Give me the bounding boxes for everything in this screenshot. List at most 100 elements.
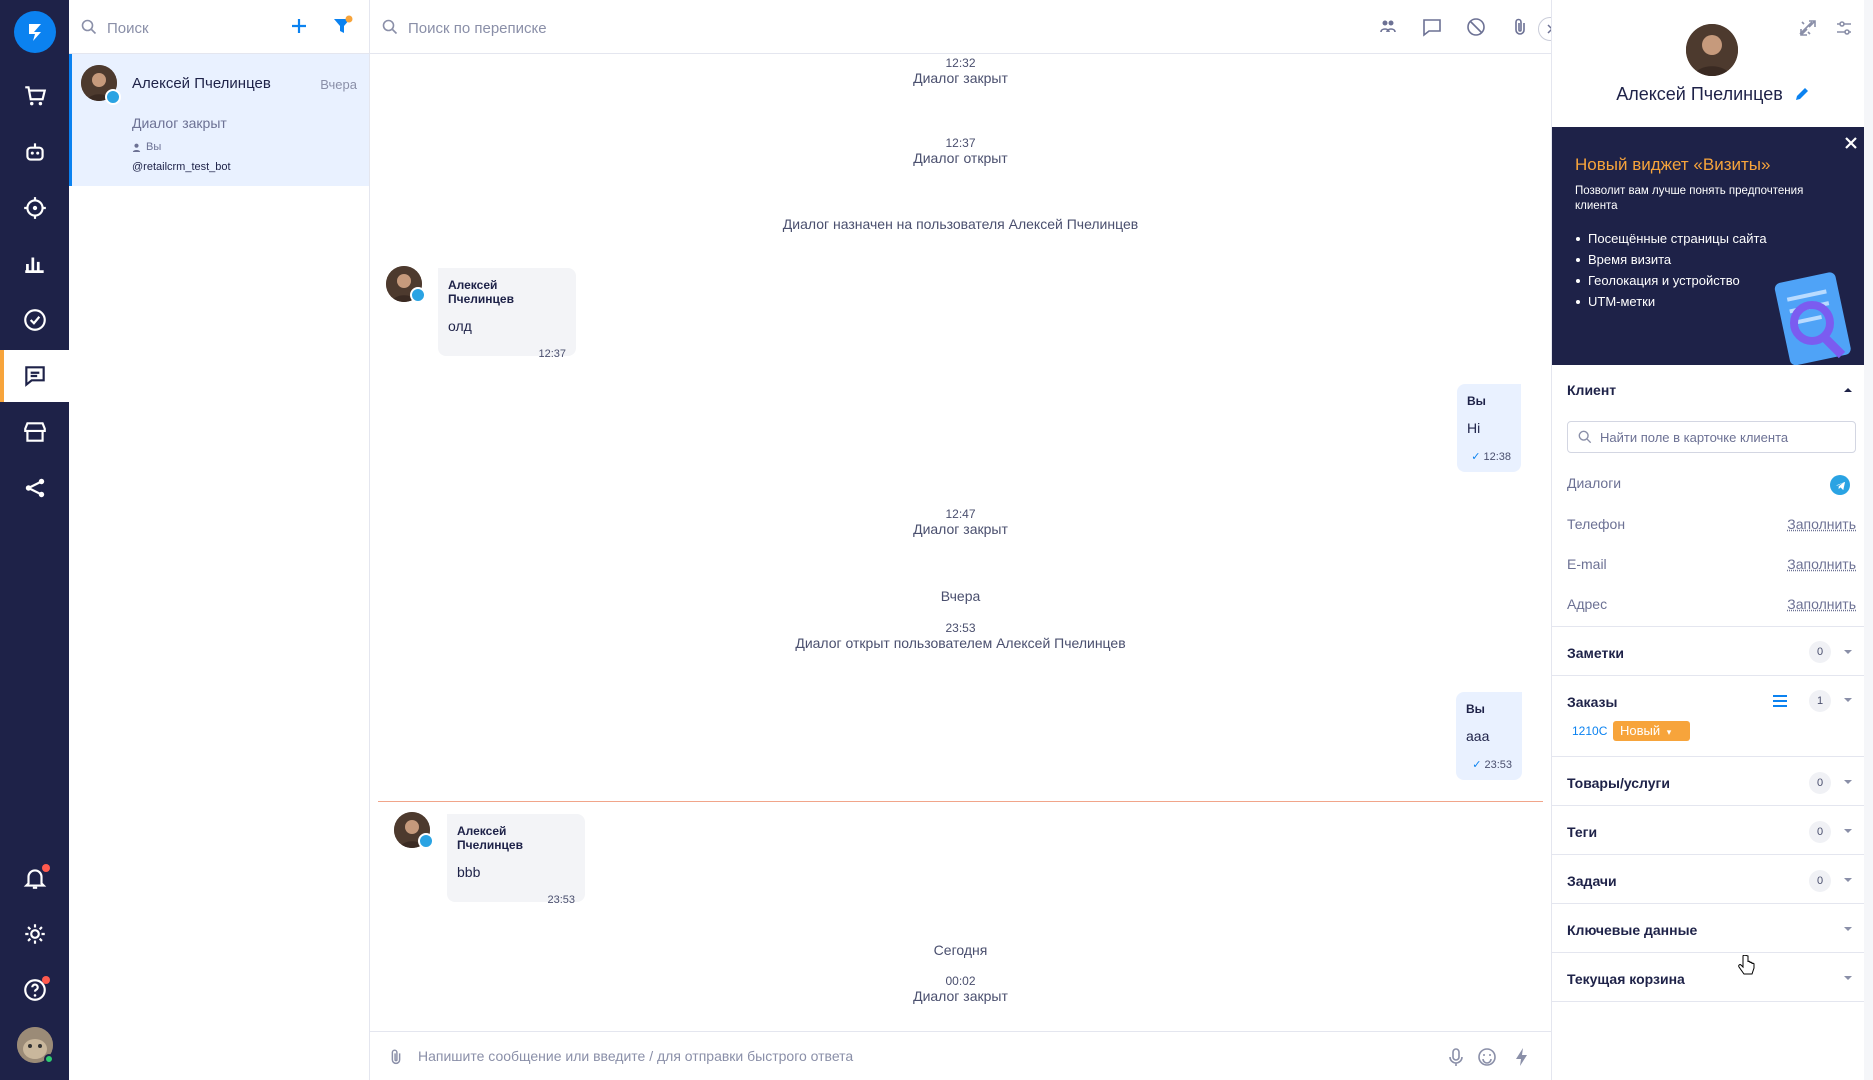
target-icon[interactable]: [0, 182, 69, 234]
share-icon[interactable]: [0, 462, 69, 514]
date-label: Вчера: [940, 588, 981, 604]
message-text: bbb: [457, 864, 481, 880]
chevron-down-icon[interactable]: [1844, 698, 1852, 702]
logo-icon[interactable]: [14, 11, 56, 53]
telegram-icon[interactable]: [1830, 475, 1850, 495]
settings-sliders-icon[interactable]: [1834, 18, 1854, 38]
filter-icon[interactable]: [331, 15, 353, 37]
panel-scrollbar[interactable]: [1864, 0, 1873, 1080]
emoji-icon[interactable]: [1476, 1046, 1498, 1068]
client-field-search-placeholder: Найти поле в карточке клиента: [1600, 430, 1789, 445]
help-icon[interactable]: [0, 964, 69, 1016]
user-icon: [132, 143, 141, 152]
chevron-down-icon[interactable]: [1844, 927, 1852, 931]
hand-cursor-icon: [1738, 955, 1755, 975]
plus-icon[interactable]: [287, 14, 311, 38]
promo-bullet: UTM-метки: [1576, 291, 1767, 312]
section-key-data[interactable]: Ключевые данные: [1567, 922, 1697, 938]
field-label: Телефон: [1567, 516, 1626, 532]
dialog-search-placeholder: Поиск: [107, 20, 149, 37]
order-id[interactable]: 1210C: [1572, 724, 1607, 738]
search-icon: [81, 19, 97, 35]
section-notes[interactable]: Заметки: [1567, 645, 1624, 661]
expand-icon[interactable]: [1798, 18, 1818, 38]
event-time: 12:47: [945, 507, 976, 521]
message-author: Алексей Пчелинцев: [457, 824, 523, 852]
message-time: 23:53: [547, 894, 575, 906]
promo-bullet: Посещённые страницы сайта: [1576, 228, 1767, 249]
edit-icon[interactable]: [1794, 86, 1810, 102]
lightning-icon[interactable]: [1511, 1046, 1533, 1068]
message-text: олд: [448, 318, 472, 334]
field-dialogs: Диалоги: [1567, 475, 1856, 495]
dialog-status: Диалог закрыт: [132, 115, 227, 131]
dialog-search[interactable]: Поиск: [69, 0, 369, 54]
fill-link[interactable]: Заполнить: [1787, 516, 1856, 532]
divider: [1552, 952, 1866, 953]
attachment-icon[interactable]: [1509, 16, 1531, 38]
dialog-list-item[interactable]: Алексей Пчелинцев Вчера Диалог закрыт Вы…: [69, 54, 369, 186]
client-field-search[interactable]: Найти поле в карточке клиента: [1567, 421, 1856, 453]
notes-count: 0: [1809, 641, 1831, 663]
message-text: Hi: [1467, 420, 1481, 436]
system-event: 23:53 Диалог открыт пользователем Алексе…: [370, 621, 1551, 651]
bell-icon[interactable]: [0, 852, 69, 904]
message-author: Алексей Пчелинцев: [448, 278, 514, 306]
section-current-cart[interactable]: Текущая корзина: [1567, 971, 1685, 987]
message-bubble[interactable]: Алексей Пчелинцев bbb 23:53: [447, 814, 585, 906]
field-label: Адрес: [1567, 596, 1608, 612]
promo-banner: Новый виджет «Визиты» Позволит вам лучше…: [1552, 127, 1866, 365]
attachment-icon[interactable]: [386, 1047, 406, 1067]
list-icon[interactable]: [1773, 695, 1787, 707]
message-bubble[interactable]: Алексей Пчелинцев олд 12:37: [438, 268, 576, 360]
promo-subtitle: Позволит вам лучше понять предпочтения к…: [1575, 185, 1804, 212]
chat-icon[interactable]: [0, 350, 69, 402]
section-products[interactable]: Товары/услуги: [1567, 775, 1670, 791]
unread-divider: [378, 801, 1543, 802]
bot-icon[interactable]: [0, 126, 69, 178]
message-composer[interactable]: Напишите сообщение или введите / для отп…: [370, 1031, 1551, 1080]
cart-icon[interactable]: [0, 70, 69, 122]
divider: [1552, 805, 1866, 806]
system-event: 12:32 Диалог закрыт: [370, 56, 1551, 86]
users-icon[interactable]: [1377, 16, 1399, 38]
search-icon: [1578, 430, 1592, 444]
chat-bubble-icon[interactable]: [1421, 16, 1443, 38]
event-text: Диалог открыт: [913, 150, 1008, 166]
field-email: E-mail Заполнить: [1567, 556, 1856, 576]
composer-placeholder[interactable]: Напишите сообщение или введите / для отп…: [418, 1048, 853, 1064]
products-count: 0: [1809, 772, 1831, 794]
microphone-icon[interactable]: [1445, 1046, 1467, 1068]
chevron-up-icon[interactable]: [1844, 388, 1852, 392]
dialog-client-name: Алексей Пчелинцев: [132, 75, 271, 92]
event-text: Диалог закрыт: [913, 988, 1008, 1004]
close-icon[interactable]: [1842, 134, 1860, 152]
nav-rail: [0, 0, 69, 1080]
message-bubble[interactable]: Вы aaa ✓ 23:53: [1456, 692, 1522, 780]
promo-bullet: Геолокация и устройство: [1576, 270, 1767, 291]
section-tasks[interactable]: Задачи: [1567, 873, 1617, 889]
chart-icon[interactable]: [0, 238, 69, 290]
block-icon[interactable]: [1465, 16, 1487, 38]
check-circle-icon[interactable]: [0, 294, 69, 346]
dialog-list: Поиск Алексей Пчелинцев Вчера Диалог зак…: [69, 0, 370, 1080]
message-time-row: ✓ 12:38: [1467, 450, 1511, 463]
order-status-dropdown[interactable]: Новый ▾: [1613, 721, 1690, 741]
fill-link[interactable]: Заполнить: [1787, 596, 1856, 612]
message-bubble[interactable]: Вы Hi ✓ 12:38: [1457, 384, 1521, 472]
store-icon[interactable]: [0, 406, 69, 458]
chat-search-placeholder[interactable]: Поиск по переписке: [408, 20, 547, 37]
chevron-down-icon[interactable]: [1844, 829, 1852, 833]
gear-icon[interactable]: [0, 908, 69, 960]
chevron-down-icon[interactable]: [1844, 878, 1852, 882]
system-event: 00:02 Диалог закрыт: [370, 974, 1551, 1004]
client-section-title[interactable]: Клиент: [1567, 382, 1616, 398]
chevron-down-icon[interactable]: [1844, 650, 1852, 654]
fill-link[interactable]: Заполнить: [1787, 556, 1856, 572]
section-tags[interactable]: Теги: [1567, 824, 1597, 840]
section-orders[interactable]: Заказы: [1567, 694, 1617, 710]
chevron-down-icon[interactable]: [1844, 780, 1852, 784]
divider: [1552, 903, 1866, 904]
client-avatar: [1686, 24, 1738, 76]
chevron-down-icon[interactable]: [1844, 976, 1852, 980]
